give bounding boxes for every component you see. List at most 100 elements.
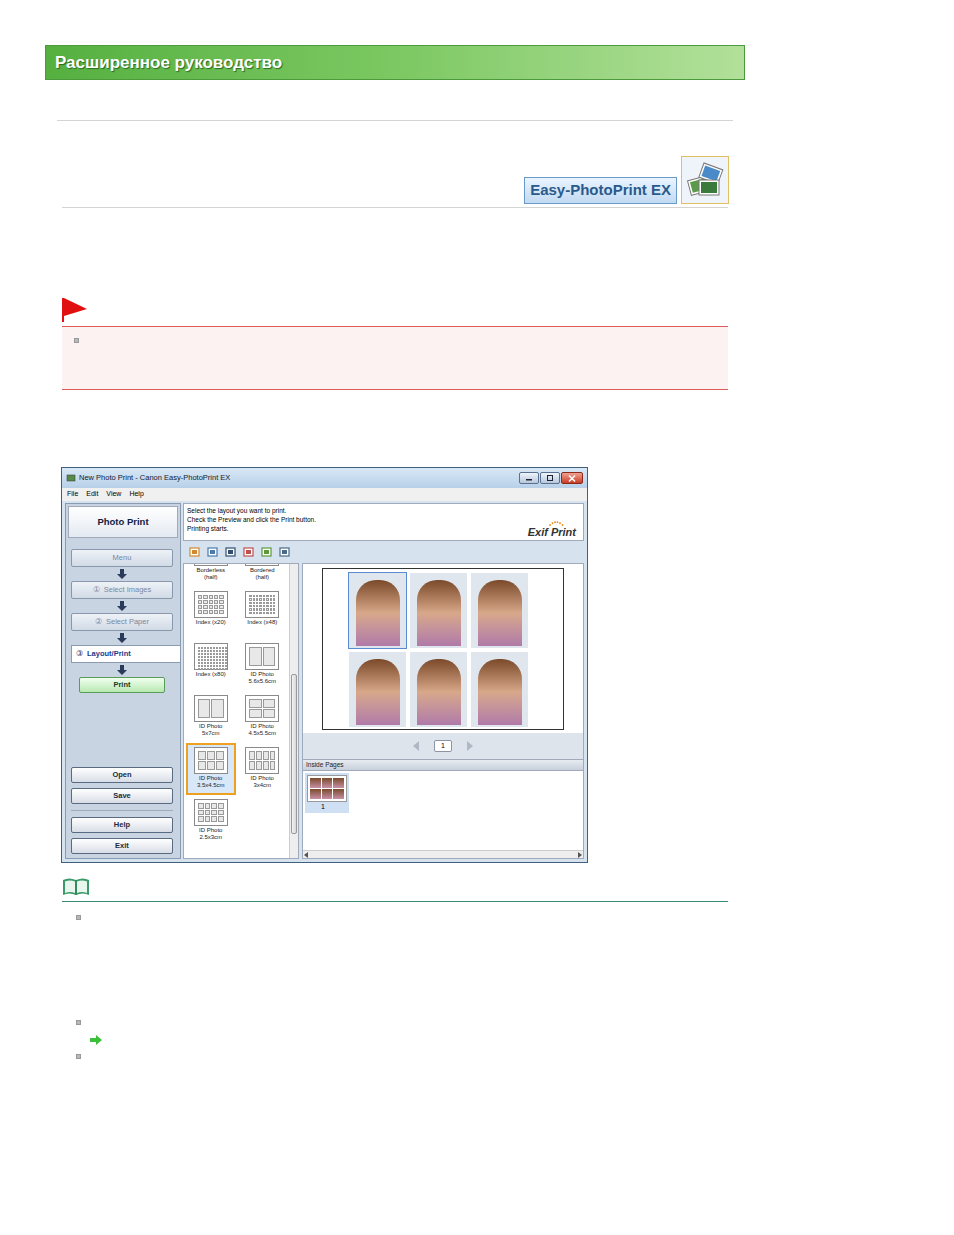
layout-cell — [209, 600, 213, 604]
layout-cell — [256, 612, 258, 614]
menu-item[interactable]: File — [67, 489, 78, 500]
preview-canvas — [303, 564, 583, 733]
layout-label: Index (x48) — [247, 619, 277, 626]
down-arrow-icon — [117, 633, 127, 643]
instructions: Select the layout you want to print.Chec… — [187, 506, 528, 538]
tool-icon[interactable] — [189, 546, 201, 558]
layout-item[interactable]: Index (x20) — [186, 587, 236, 639]
layout-item[interactable]: Index (x48) — [238, 587, 288, 639]
layout-item[interactable]: Index (x80) — [186, 639, 236, 691]
maximize-button[interactable] — [540, 472, 560, 484]
photo[interactable] — [349, 652, 406, 727]
layout-cell — [213, 668, 215, 670]
scroll-left-icon[interactable] — [304, 852, 309, 858]
instruction-line: Printing starts. — [187, 524, 528, 533]
layout-cell — [266, 612, 268, 614]
layout-icon — [194, 695, 228, 722]
step-tab[interactable]: ③Layout/Print — [71, 645, 180, 663]
layout-cell — [266, 598, 268, 600]
layout-scrollbar[interactable] — [289, 564, 298, 858]
scrollbar-thumb[interactable] — [291, 674, 297, 834]
header-bar: Расширенное руководство — [45, 45, 745, 80]
photo[interactable] — [410, 573, 467, 648]
layout-cell — [219, 668, 221, 670]
layout-cell — [249, 761, 255, 770]
layout-cell — [210, 653, 212, 655]
side-button[interactable]: Open — [71, 767, 173, 783]
important-box — [62, 326, 728, 390]
layout-cell — [263, 751, 269, 760]
layout-cell — [249, 612, 251, 614]
layout-cell — [256, 595, 258, 597]
layout-cell — [198, 761, 206, 770]
toolbar — [183, 543, 584, 561]
minimize-button[interactable] — [519, 472, 539, 484]
layout-item[interactable]: ID Photo5.6x5.6cm — [238, 639, 288, 691]
thumb-photo — [310, 778, 321, 788]
layout-item[interactable]: ID Photo2.5x3cm — [186, 795, 236, 847]
link-arrow-icon[interactable] — [90, 1035, 102, 1045]
layout-cell — [270, 751, 276, 760]
layout-label: ID Photo4.5x5.5cm — [248, 723, 276, 737]
scroll-right-icon[interactable] — [577, 852, 582, 858]
layout-cell — [198, 600, 202, 604]
layout-item[interactable]: ID Photo5x7cm — [186, 691, 236, 743]
menu-item[interactable]: View — [106, 489, 121, 500]
thumb-photo — [322, 789, 333, 799]
photo[interactable] — [349, 573, 406, 648]
menu-item[interactable]: Edit — [86, 489, 98, 500]
layout-item[interactable]: Bordered(half) — [238, 564, 288, 587]
tool-icon[interactable] — [225, 546, 237, 558]
layout-cell — [214, 600, 218, 604]
note-icon — [62, 877, 90, 897]
step-button[interactable]: ②Select Paper — [71, 613, 173, 631]
side-button[interactable]: Print — [79, 677, 165, 693]
layout-cell — [213, 656, 215, 658]
thumb-photo — [322, 778, 333, 788]
close-button[interactable] — [561, 472, 583, 484]
layout-item[interactable]: ID Photo4.5x5.5cm — [238, 691, 288, 743]
photo[interactable] — [410, 652, 467, 727]
layout-cell — [198, 665, 200, 667]
window-controls — [519, 472, 583, 484]
layout-cell — [214, 595, 218, 599]
step-label: Layout/Print — [87, 648, 131, 659]
side-button[interactable]: Help — [71, 817, 173, 833]
tool-icon[interactable] — [279, 546, 291, 558]
photo[interactable] — [471, 652, 528, 727]
layout-cell — [205, 810, 211, 816]
layout-cell — [207, 656, 209, 658]
step-button[interactable]: ①Select Images — [71, 581, 173, 599]
page-thumb[interactable]: 1 — [305, 773, 349, 813]
photo[interactable] — [471, 573, 528, 648]
tool-icon[interactable] — [261, 546, 273, 558]
next-page-icon[interactable] — [466, 741, 474, 751]
layout-icon — [194, 643, 228, 670]
layout-cell — [270, 598, 272, 600]
tool-icon[interactable] — [243, 546, 255, 558]
layout-item[interactable]: ID Photo3.5x4.5cm — [186, 743, 236, 795]
layout-label-line: 5.6x5.6cm — [248, 678, 276, 685]
side-button[interactable]: Save — [71, 788, 173, 804]
layout-cell — [253, 605, 255, 607]
menu-item[interactable]: Help — [129, 489, 143, 500]
prev-page-icon[interactable] — [412, 741, 420, 751]
layout-item[interactable]: Borderless(half) — [186, 564, 236, 587]
layout-cell — [270, 602, 272, 604]
tool-icon[interactable] — [207, 546, 219, 558]
layout-cell — [207, 751, 215, 760]
layout-cell — [249, 595, 251, 597]
important-item — [74, 338, 728, 343]
note-item[interactable] — [76, 1035, 954, 1052]
side-button[interactable]: Exit — [71, 838, 173, 854]
h-scrollbar[interactable] — [303, 850, 583, 858]
layout-label-line: 5x7cm — [202, 730, 220, 737]
layout-cell — [216, 668, 218, 670]
sidebar-header: Photo Print — [68, 506, 178, 538]
layout-cell — [198, 810, 204, 816]
step-button[interactable]: Menu — [71, 549, 173, 567]
layout-cell — [263, 699, 276, 708]
layout-cell — [216, 662, 218, 664]
layout-item[interactable]: ID Photo3x4cm — [238, 743, 288, 795]
layout-icon — [245, 564, 279, 566]
